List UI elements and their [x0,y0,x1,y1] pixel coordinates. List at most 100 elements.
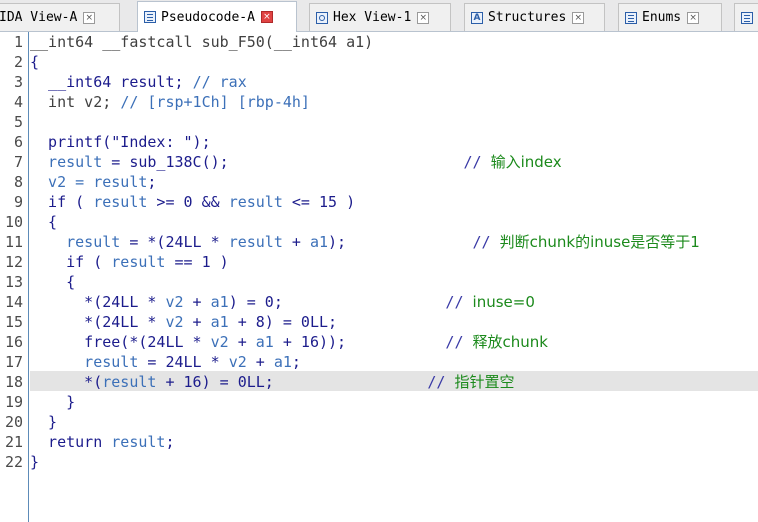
line-number: 16 [4,333,23,351]
code-text: if ( result == 1 ) [30,252,229,272]
enums-icon [625,11,637,24]
code-token: v2 [228,353,247,371]
code-text: printf("Index: "); [30,132,211,152]
code-line[interactable]: 4 int v2; // [rsp+1Ch] [rbp-4h] [0,92,758,112]
code-text: *(24LL * v2 + a1 + 8) = 0LL; [30,312,337,332]
code-token: } [30,413,58,431]
code-token: ; [291,353,301,371]
code-line[interactable]: 20 } [0,412,758,432]
code-line[interactable]: 12 if ( result == 1 ) [0,252,758,272]
line-number: 6 [13,133,23,151]
code-text: } [30,392,75,412]
code-line[interactable]: 6 printf("Index: "); [0,132,758,152]
code-token: + 16)); [273,333,347,351]
code-token: v2 [210,333,229,351]
code-token: = 24LL * [138,353,229,371]
code-line[interactable]: 14 *(24LL * v2 + a1) = 0; // inuse=0 [0,292,758,312]
line-number: 15 [4,313,23,331]
code-token: result [111,253,166,271]
code-line[interactable]: 18 *(result + 16) = 0LL; // 指针置空 [0,372,758,392]
code-line[interactable]: 11 result = *(24LL * result + a1); // 判断… [0,232,758,252]
code-token: v2 [165,293,184,311]
tab-overflow[interactable] [734,3,758,31]
tab-enums[interactable]: Enums × [618,3,722,31]
code-text: *(24LL * v2 + a1) = 0; // inuse=0 [30,292,535,312]
tab-pseudocode-a[interactable]: Pseudocode-A × [137,1,297,32]
comment-token: // [346,333,473,351]
code-token: result [228,193,283,211]
code-line[interactable]: 17 result = 24LL * v2 + a1; [0,352,758,372]
code-line[interactable]: 10 { [0,212,758,232]
tab-ida-view-a[interactable]: IDA View-A × [0,3,120,31]
code-line[interactable]: 19 } [0,392,758,412]
code-token: if ( [30,193,94,211]
code-line[interactable]: 8 v2 = result; [0,172,758,192]
line-number: 8 [13,173,23,191]
code-token: ) = 0; [228,293,283,311]
code-line[interactable]: 2{ [0,52,758,72]
pseudocode-editor[interactable]: 1 __int64 __fastcall sub_F50(__int64 a1) 2… [0,32,758,522]
code-token: a1 [255,333,274,351]
code-token: + [282,233,310,251]
code-token: v2 [165,313,184,331]
code-token: // [rsp+1Ch] [rbp-4h] [120,93,310,111]
tab-structures[interactable]: A Structures × [464,3,605,31]
code-token: result [30,353,139,371]
comment-token: 释放chunk [472,333,548,351]
line-number: 5 [13,113,23,131]
code-token: *(24LL * [30,293,166,311]
tab-label: Pseudocode-A [161,9,255,25]
tab-bar: IDA View-A × Pseudocode-A × Hex View-1 ×… [0,0,758,32]
close-icon[interactable]: × [572,11,585,24]
close-icon[interactable]: × [260,11,273,23]
code-text: result = *(24LL * result + a1); // 判断chu… [30,232,700,252]
code-line[interactable]: 22} [0,452,758,472]
code-text: } [30,412,57,432]
close-icon[interactable]: × [687,11,700,24]
imports-icon [741,11,753,24]
tab-label: Structures [488,10,567,25]
hex-icon [316,11,328,24]
comment-token: // [346,233,500,251]
code-token: result [30,153,103,171]
line-number: 19 [4,393,23,411]
line-number: 20 [4,413,23,431]
comment-token: 输入index [490,153,562,171]
close-icon[interactable]: × [83,11,96,24]
code-line[interactable]: 7 result = sub_138C(); // 输入index [0,152,758,172]
line-number: 10 [4,213,23,231]
code-line[interactable]: 1 __int64 __fastcall sub_F50(__int64 a1) [0,32,758,52]
code-token: } [30,393,76,411]
tab-hex-view-1[interactable]: Hex View-1 × [309,3,451,31]
code-line[interactable]: 21 return result; [0,432,758,452]
line-number: 3 [13,73,23,91]
code-line[interactable]: 5 [0,112,758,132]
line-number: 12 [4,253,23,271]
tab-label: IDA View-A [0,10,78,25]
line-number: 4 [13,93,23,111]
code-line[interactable]: 3 __int64 result; // rax [0,72,758,92]
code-token: result [102,373,157,391]
line-number: 13 [4,273,23,291]
code-token: *( [30,373,103,391]
code-line[interactable]: 16 free(*(24LL * v2 + a1 + 16)); // 释放ch… [0,332,758,352]
code-token: ; [147,173,157,191]
line-number: 21 [4,433,23,451]
code-line[interactable]: 13 { [0,272,758,292]
code-text: int v2; // [rsp+1Ch] [rbp-4h] [30,92,310,112]
code-text: __int64 __fastcall sub_F50(__int64 a1) [30,32,373,52]
code-text: { [30,52,39,72]
code-token: result [93,173,148,191]
code-token: ); [328,233,347,251]
code-token: + [246,353,274,371]
close-icon[interactable]: × [417,11,430,24]
line-number: 2 [13,53,23,71]
code-token: { [30,273,76,291]
code-token: + [228,333,256,351]
code-line[interactable]: 15 *(24LL * v2 + a1 + 8) = 0LL; [0,312,758,332]
code-token: <= 15 ) [282,193,356,211]
comment-token: // [273,373,455,391]
code-text: __int64 result; // rax [30,72,247,92]
code-text: free(*(24LL * v2 + a1 + 16)); // 释放chunk [30,332,548,352]
code-line[interactable]: 9 if ( result >= 0 && result <= 15 ) [0,192,758,212]
